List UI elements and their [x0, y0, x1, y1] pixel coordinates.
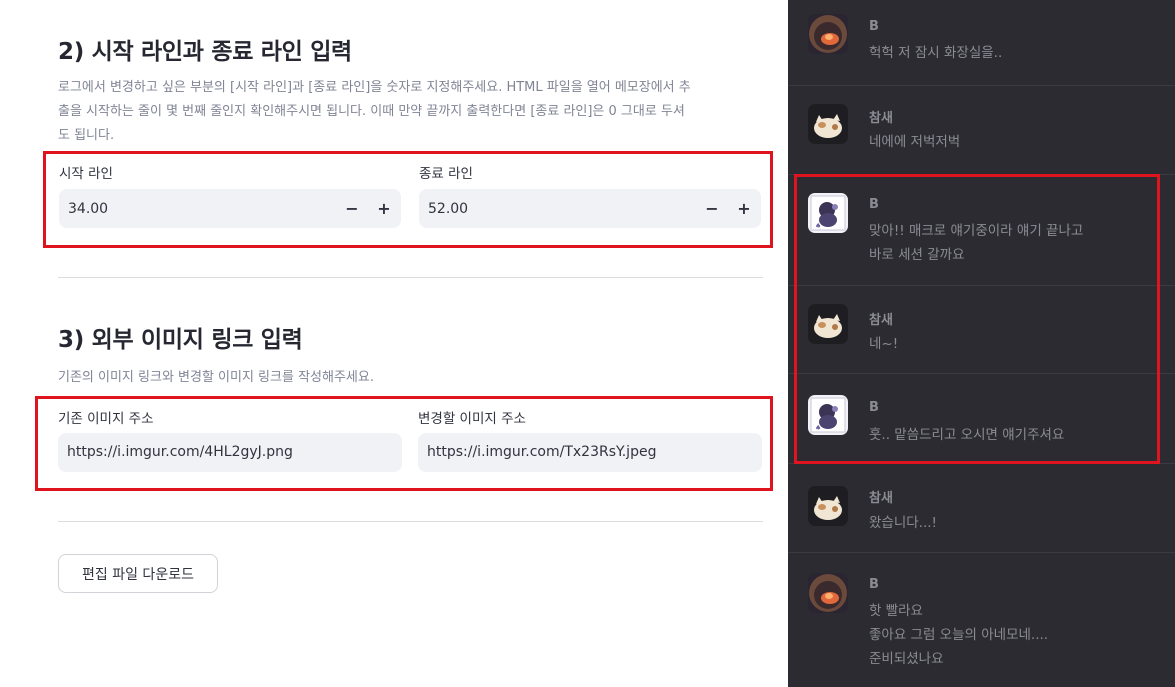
- start-line-decrement-button[interactable]: −: [337, 189, 367, 228]
- new-image-value[interactable]: https://i.imgur.com/Tx23RsY.jpeg: [427, 444, 656, 460]
- section2-desc-line: 출을 시작하는 줄이 몇 번째 줄인지 확인해주시면 됩니다. 이때 만약 끝까…: [58, 104, 685, 119]
- cream-cat-avatar: [808, 486, 848, 526]
- new-image-input[interactable]: https://i.imgur.com/Tx23RsY.jpeg: [418, 433, 762, 472]
- chat-message: 참새 왔습니다...!: [788, 464, 1175, 553]
- editor-form: 2) 시작 라인과 종료 라인 입력 로그에서 변경하고 싶은 부분의 [시작 …: [0, 0, 788, 687]
- section2-desc-line: 도 됩니다.: [58, 128, 115, 143]
- orange-glow-avatar: [808, 14, 848, 54]
- highlight-box-chat-messages: [794, 174, 1160, 464]
- end-line-value[interactable]: 52.00: [428, 201, 468, 217]
- new-image-label: 변경할 이미지 주소: [418, 411, 526, 427]
- chat-text: 핫 빨라요: [869, 603, 923, 619]
- chat-author: B: [869, 577, 879, 592]
- chat-text: 헉헉 저 잠시 화장실을..: [869, 45, 1003, 61]
- cream-cat-avatar: [808, 104, 848, 144]
- end-line-increment-button[interactable]: +: [729, 189, 759, 228]
- orange-glow-avatar: [808, 573, 848, 613]
- chat-log-preview: B 헉헉 저 잠시 화장실을.. 참새 네에에 저벅저벅 ♠ B 맞아!! 매크…: [788, 0, 1175, 687]
- section-divider: [58, 521, 763, 522]
- section3-title: 3) 외부 이미지 링크 입력: [58, 327, 303, 353]
- chat-author: 참새: [869, 111, 893, 126]
- section2-desc-line: 로그에서 변경하고 싶은 부분의 [시작 라인]과 [종료 라인]을 숫자로 지…: [58, 80, 691, 95]
- chat-text: 왔습니다...!: [869, 515, 937, 531]
- orig-image-input[interactable]: https://i.imgur.com/4HL2gyJ.png: [58, 433, 402, 472]
- end-line-input[interactable]: 52.00 − +: [419, 189, 761, 228]
- end-line-decrement-button[interactable]: −: [697, 189, 727, 228]
- chat-author: B: [869, 19, 879, 34]
- chat-message: B 헉헉 저 잠시 화장실을..: [788, 0, 1175, 86]
- orig-image-value[interactable]: https://i.imgur.com/4HL2gyJ.png: [67, 444, 293, 460]
- chat-author: 참새: [869, 491, 893, 506]
- orig-image-label: 기존 이미지 주소: [58, 411, 154, 427]
- chat-text: 준비되셨나요: [869, 651, 944, 667]
- chat-message: B 핫 빨라요 좋아요 그럼 오늘의 아네모네.... 준비되셨나요: [788, 553, 1175, 687]
- section3-description: 기존의 이미지 링크와 변경할 이미지 링크를 작성해주세요.: [58, 370, 374, 385]
- start-line-increment-button[interactable]: +: [369, 189, 399, 228]
- section2-title: 2) 시작 라인과 종료 라인 입력: [58, 39, 352, 65]
- start-line-input[interactable]: 34.00 − +: [59, 189, 401, 228]
- chat-text: 좋아요 그럼 오늘의 아네모네....: [869, 627, 1049, 643]
- section-divider: [58, 277, 763, 278]
- start-line-value[interactable]: 34.00: [68, 201, 108, 217]
- chat-text: 네에에 저벅저벅: [869, 134, 961, 150]
- end-line-label: 종료 라인: [419, 166, 473, 182]
- start-line-label: 시작 라인: [59, 166, 113, 182]
- chat-message: 참새 네에에 저벅저벅: [788, 86, 1175, 175]
- section2-description: 로그에서 변경하고 싶은 부분의 [시작 라인]과 [종료 라인]을 숫자로 지…: [58, 76, 763, 148]
- download-edited-file-button[interactable]: 편집 파일 다운로드: [58, 554, 218, 593]
